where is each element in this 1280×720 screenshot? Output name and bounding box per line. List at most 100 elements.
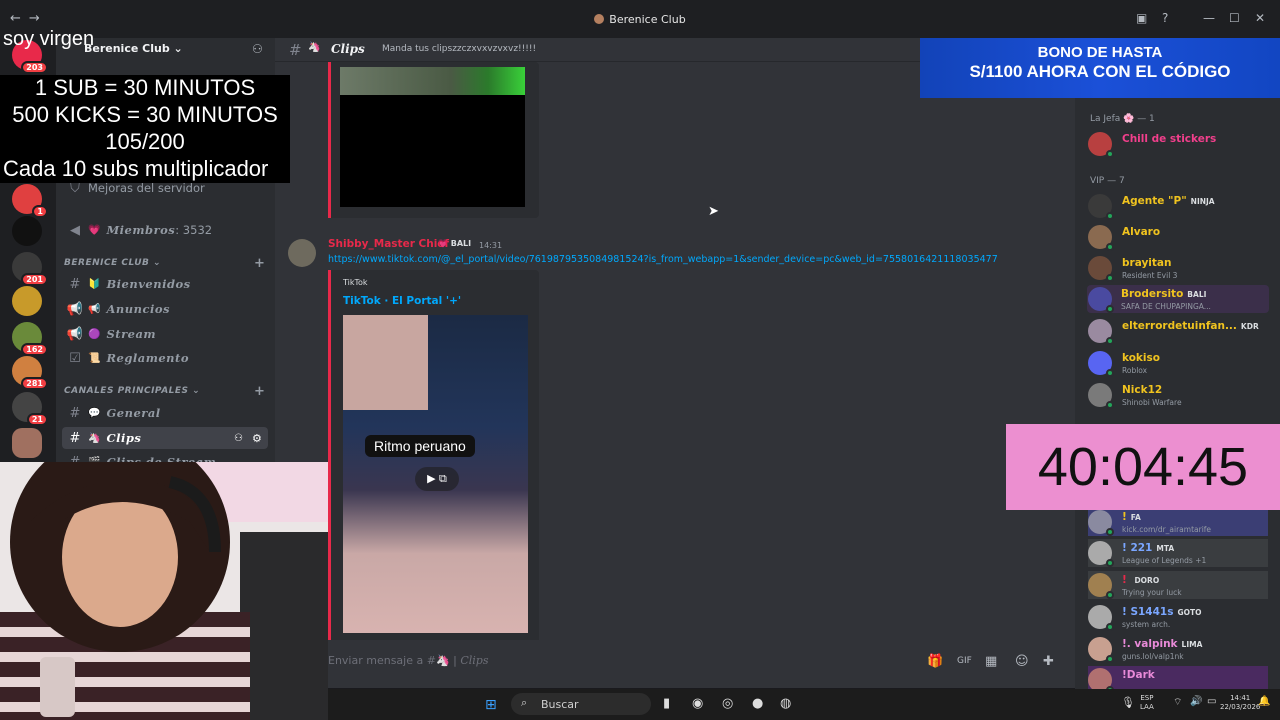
channel-stream[interactable]: 📢 🟣 Stream bbox=[62, 323, 268, 345]
previous-video[interactable] bbox=[340, 67, 525, 207]
clock-date: 22/03/2026 bbox=[1220, 703, 1261, 711]
member-item[interactable]: brayitan Resident Evil 3 bbox=[1088, 254, 1268, 282]
server-name[interactable]: Berenice Club ⌄ bbox=[84, 42, 183, 55]
invite-icon[interactable]: ⚇ bbox=[252, 42, 263, 56]
maximize-button[interactable]: ☐ bbox=[1229, 11, 1240, 25]
channel-anuncios[interactable]: 📢 📢 Anuncios bbox=[62, 298, 268, 320]
member-item[interactable]: ! S1441s GOTO system arch. bbox=[1088, 603, 1268, 631]
member-item[interactable]: !Dark bbox=[1088, 666, 1268, 689]
volume-icon[interactable]: 🔊 bbox=[1190, 696, 1202, 707]
taskbar-search[interactable]: ⌕ Buscar bbox=[511, 693, 651, 715]
server-icon-5[interactable]: 162 bbox=[12, 322, 48, 356]
apps-icon[interactable]: ✚ bbox=[1043, 654, 1054, 669]
message-author[interactable]: Shibby_Master Chief bbox=[328, 238, 449, 250]
category-principales[interactable]: CANALES PRINCIPALES ⌄ + bbox=[64, 384, 265, 399]
channel-topic[interactable]: Manda tus clipszzczxvxvzvxvz!!!!! bbox=[382, 44, 536, 54]
member-category-jefa: La Jefa 🌸 — 1 bbox=[1090, 114, 1155, 124]
member-name: Alvaro bbox=[1122, 226, 1161, 238]
composer-placeholder: Enviar mensaje a # bbox=[328, 654, 436, 667]
emoji-icon[interactable]: ☺ bbox=[1015, 654, 1029, 669]
title-bar: ←→ Berenice Club ▣ ? — ☐ ✕ bbox=[0, 0, 1280, 38]
member-item[interactable]: Alvaro bbox=[1088, 223, 1268, 251]
message-timestamp: 14:31 bbox=[479, 241, 503, 250]
server-icon-4[interactable] bbox=[12, 286, 42, 316]
channel-label: Reglamento bbox=[106, 351, 190, 365]
video-caption: Ritmo peruano bbox=[365, 435, 475, 457]
category-berenice[interactable]: BERENICE CLUB ⌄ + bbox=[64, 256, 265, 271]
minimize-button[interactable]: — bbox=[1203, 11, 1215, 25]
gif-icon[interactable]: GIF bbox=[957, 656, 972, 666]
members-item[interactable]: ◀ 💗 Miembros: 3532 bbox=[62, 219, 268, 241]
hash-icon: # bbox=[69, 276, 81, 292]
member-item[interactable]: Agente "P" NINJA bbox=[1088, 192, 1268, 220]
gear-icon[interactable]: ⚙ bbox=[252, 432, 262, 445]
member-item[interactable]: ! 221 MTA League of Legends +1 bbox=[1088, 539, 1268, 567]
sticker-icon[interactable]: ▦ bbox=[985, 654, 997, 669]
language-indicator[interactable]: ESP LAA bbox=[1140, 694, 1154, 712]
embed-provider: TikTok bbox=[343, 278, 368, 287]
help-icon[interactable]: ? bbox=[1162, 11, 1168, 25]
avatar[interactable] bbox=[288, 239, 316, 267]
message-composer[interactable]: Enviar mensaje a #🦄 | Clips 🎁 GIF ▦ ☺ ✚ bbox=[275, 640, 1075, 688]
gift-icon[interactable]: 🎁 bbox=[927, 654, 943, 669]
server-icon-berenice[interactable] bbox=[12, 428, 42, 458]
member-tag: BALI bbox=[1187, 290, 1207, 299]
server-icon bbox=[594, 14, 605, 24]
app-icon[interactable]: ● bbox=[752, 696, 763, 711]
badge: 281 bbox=[21, 377, 48, 390]
member-category-vip: VIP — 7 bbox=[1090, 176, 1125, 186]
member-item[interactable]: elterrordetuinfan... KDR bbox=[1088, 317, 1268, 345]
discord-taskbar-icon[interactable]: ◉ bbox=[692, 696, 703, 711]
member-item[interactable]: Chill de stickers bbox=[1088, 130, 1268, 158]
discord-icon[interactable] bbox=[12, 216, 42, 246]
files-icon[interactable]: ▮ bbox=[663, 696, 670, 711]
windows-start-icon[interactable]: ⊞ bbox=[485, 697, 497, 713]
member-item[interactable]: Nick12 Shinobi Warfare bbox=[1088, 381, 1268, 409]
message-link[interactable]: https://www.tiktok.com/@_el_portal/video… bbox=[328, 254, 998, 265]
add-channel-icon[interactable]: + bbox=[254, 256, 265, 271]
hash-icon: # bbox=[289, 41, 302, 59]
play-icon[interactable]: ▶ ⧉ bbox=[415, 467, 459, 491]
server-icon-2[interactable]: 1 bbox=[12, 184, 48, 218]
boost-label: Mejoras del servidor bbox=[88, 181, 205, 195]
close-button[interactable]: ✕ bbox=[1255, 11, 1265, 25]
server-icon-7[interactable]: 21 bbox=[12, 392, 48, 426]
steam-icon[interactable]: ◍ bbox=[780, 696, 791, 711]
message-input[interactable]: Enviar mensaje a #🦄 | Clips bbox=[328, 654, 489, 667]
member-item[interactable]: ! FA kick.com/dr_airamtarife bbox=[1088, 508, 1268, 536]
channel-clips[interactable]: # 🦄 Clips ⚇ ⚙ bbox=[62, 427, 268, 449]
member-activity: Trying your luck bbox=[1122, 588, 1182, 597]
overlay-progress: 105/200 bbox=[0, 129, 290, 156]
invite-icon[interactable]: ⚇ bbox=[234, 433, 243, 444]
channel-reglamento[interactable]: ☑ 📜 Reglamento bbox=[62, 347, 268, 369]
inbox-icon[interactable]: ▣ bbox=[1136, 11, 1147, 25]
webcam-image bbox=[0, 462, 328, 720]
channel-bienvenidos[interactable]: # 🔰 Bienvenidos bbox=[62, 273, 268, 295]
notification-icon[interactable]: 🔔 bbox=[1258, 696, 1270, 707]
server-icon-3[interactable]: 201 bbox=[12, 252, 48, 286]
mic-icon[interactable]: 🎙 bbox=[1121, 696, 1135, 709]
tiktok-video[interactable]: Ritmo peruano ▶ ⧉ bbox=[343, 315, 528, 633]
lang1: ESP bbox=[1140, 694, 1154, 702]
channel-general[interactable]: # 💬 General bbox=[62, 402, 268, 424]
member-list: La Jefa 🌸 — 1 Chill de stickers VIP — 7 … bbox=[1075, 62, 1280, 689]
member-item[interactable]: Brodersito BALI SAFA DE CHUPAPINGA... bbox=[1087, 285, 1269, 313]
member-name: kokiso bbox=[1122, 352, 1160, 364]
hash-icon: # bbox=[69, 405, 81, 421]
previous-embed bbox=[331, 62, 539, 218]
member-item[interactable]: kokiso Roblox bbox=[1088, 349, 1268, 377]
embed-title[interactable]: TikTok · El Portal '+' bbox=[343, 295, 461, 307]
add-channel-icon[interactable]: + bbox=[254, 384, 265, 399]
wifi-icon[interactable]: ⌔ bbox=[1173, 696, 1182, 709]
clock[interactable]: 14:41 22/03/2026 bbox=[1220, 694, 1260, 712]
member-item[interactable]: ! DORO Trying your luck bbox=[1088, 571, 1268, 599]
member-tag: GOTO bbox=[1177, 608, 1202, 617]
channel-label: Stream bbox=[106, 327, 157, 341]
member-item[interactable]: !. valpink LIMA guns.lol/valp1nk bbox=[1088, 635, 1268, 663]
app-window: ←→ Berenice Club ▣ ? — ☐ ✕ 203 1 201 162… bbox=[0, 0, 1280, 720]
battery-icon[interactable]: ▭ bbox=[1207, 696, 1216, 707]
channel-label: Anuncios bbox=[106, 302, 170, 316]
hash-icon: # bbox=[69, 430, 81, 446]
chrome-icon[interactable]: ◎ bbox=[722, 696, 733, 711]
server-icon-6[interactable]: 281 bbox=[12, 356, 48, 390]
